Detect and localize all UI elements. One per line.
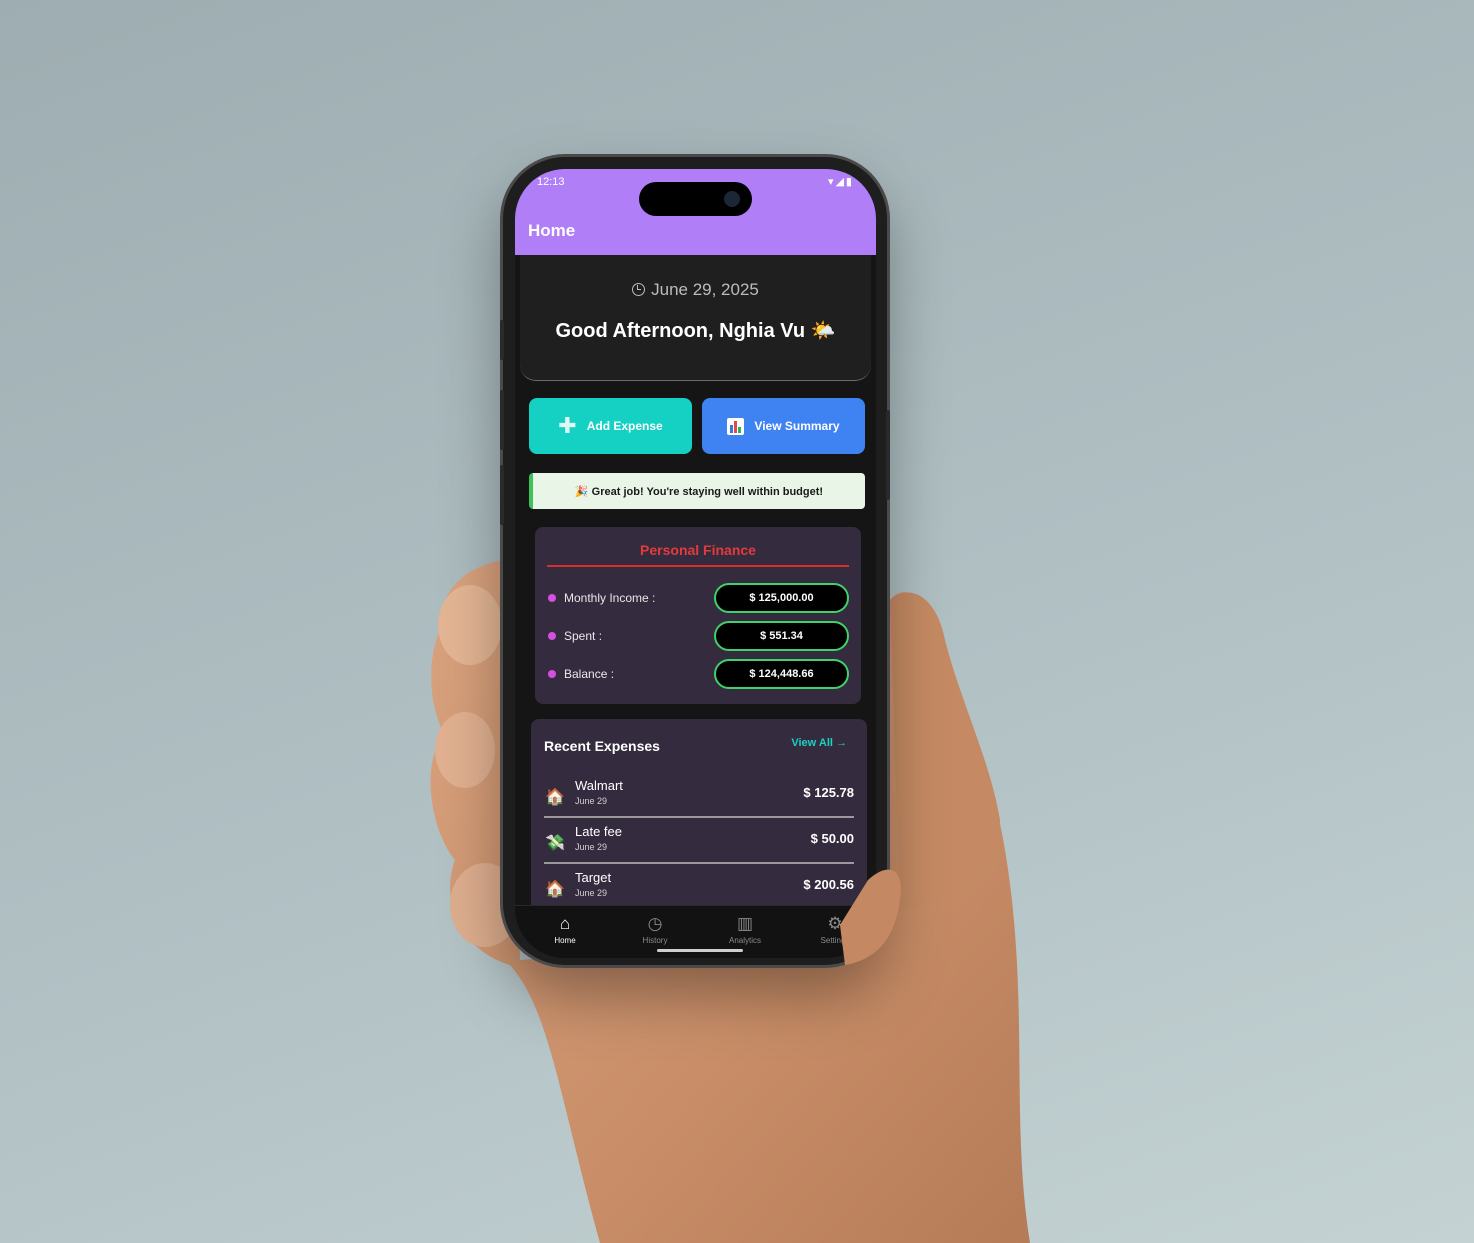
expense-row[interactable]: 🏠 Walmart June 29 $ 125.78: [544, 774, 854, 818]
personal-finance-card: Personal Finance Monthly Income : $ 125,…: [535, 527, 861, 704]
view-all-link[interactable]: View All →: [791, 737, 847, 749]
finance-label: Spent :: [564, 629, 603, 643]
greeting-card: June 29, 2025 Good Afternoon, Nghia Vu 🌤…: [520, 255, 871, 381]
finance-title: Personal Finance: [547, 542, 849, 567]
expense-amount: $ 50.00: [810, 831, 854, 846]
quick-actions: ✚ Add Expense View Summary: [529, 398, 865, 454]
house-icon: 🏠: [545, 881, 565, 898]
expense-row[interactable]: 💸 Late fee June 29 $ 50.00: [544, 820, 854, 864]
clock-icon: ◷: [647, 914, 663, 933]
tab-label: Settings: [820, 936, 850, 945]
volume-button: [500, 320, 504, 360]
clock-icon: [632, 283, 646, 296]
tab-label: Home: [554, 936, 576, 945]
tab-settings[interactable]: ⚙ Settings: [805, 914, 865, 945]
finance-label: Monthly Income :: [564, 591, 656, 605]
expense-date: June 29: [575, 796, 608, 806]
finance-value: $ 551.34: [714, 621, 849, 651]
greeting-message: Good Afternoon, Nghia Vu 🌤️: [555, 320, 836, 342]
tab-analytics[interactable]: ▥ Analytics: [715, 914, 775, 945]
bullet-icon: [548, 670, 556, 678]
tab-label: Analytics: [728, 936, 761, 945]
bar-chart-icon: ▥: [736, 914, 754, 933]
plus-icon: ✚: [558, 413, 577, 438]
gear-icon: ⚙: [827, 914, 843, 933]
recent-expenses-card: Recent Expenses View All → 🏠 Walmart Jun…: [531, 719, 867, 914]
page-title: Home: [528, 221, 576, 240]
expense-date: June 29: [575, 842, 608, 852]
current-date: June 29, 2025: [651, 280, 759, 299]
expense-name: Walmart: [575, 778, 623, 793]
home-indicator[interactable]: [657, 949, 743, 952]
expense-amount: $ 200.56: [803, 877, 854, 892]
money-icon: 💸: [545, 835, 565, 852]
view-summary-label: View Summary: [754, 419, 840, 433]
camera-icon: [724, 191, 740, 207]
dynamic-island: [639, 182, 752, 216]
expense-amount: $ 125.78: [803, 785, 854, 800]
add-expense-label: Add Expense: [586, 419, 663, 433]
status-time: 12:13: [537, 176, 565, 188]
bullet-icon: [548, 632, 556, 640]
recent-expenses-title: Recent Expenses: [544, 738, 660, 754]
finance-value: $ 125,000.00: [714, 583, 849, 613]
finance-value: $ 124,448.66: [714, 659, 849, 689]
tab-label: History: [642, 936, 668, 945]
add-expense-button[interactable]: ✚ Add Expense: [529, 398, 692, 454]
budget-banner: 🎉 Great job! You're staying well within …: [529, 473, 865, 509]
home-icon: ⌂: [559, 914, 571, 933]
finance-row-spent: Spent : $ 551.34: [547, 621, 849, 651]
expense-row[interactable]: 🏠 Target June 29 $ 200.56: [544, 866, 854, 910]
tab-history[interactable]: ◷ History: [625, 914, 685, 945]
view-summary-button[interactable]: View Summary: [702, 398, 865, 454]
phone-screen: Home 12:13 ▾◢▮ June 29, 2025 Good Aftern…: [515, 169, 876, 958]
power-button: [886, 410, 890, 500]
house-icon: 🏠: [545, 789, 565, 806]
volume-button: [500, 390, 504, 450]
bullet-icon: [548, 594, 556, 602]
expense-name: Target: [575, 870, 612, 885]
volume-button: [500, 465, 504, 525]
expense-name: Late fee: [575, 824, 622, 839]
date-row: June 29, 2025: [520, 280, 871, 300]
tab-home[interactable]: ⌂ Home: [535, 914, 595, 945]
finance-row-income: Monthly Income : $ 125,000.00: [547, 583, 849, 613]
expense-date: June 29: [575, 888, 608, 898]
finance-row-balance: Balance : $ 124,448.66: [547, 659, 849, 689]
bar-chart-icon: [727, 417, 745, 435]
status-icons: ▾◢▮: [827, 176, 854, 188]
finance-label: Balance :: [564, 667, 615, 681]
